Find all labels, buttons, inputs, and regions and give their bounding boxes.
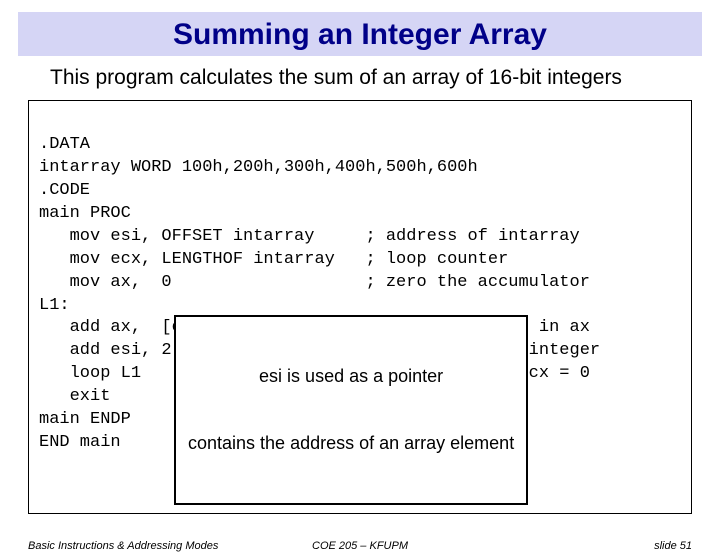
code-line: END main [39, 433, 121, 452]
title-bar: Summing an Integer Array [18, 12, 702, 56]
code-line: mov ax, 0 ; zero the accumulator [39, 273, 590, 292]
code-line: mov esi, OFFSET intarray ; address of in… [39, 227, 580, 246]
footer-center: COE 205 – KFUPM [0, 540, 720, 552]
callout-line-2: contains the address of an array element [188, 432, 514, 455]
code-line: .DATA [39, 135, 90, 154]
callout-box: esi is used as a pointer contains the ad… [174, 315, 528, 505]
footer-right: slide 51 [654, 540, 692, 552]
slide-title: Summing an Integer Array [173, 18, 547, 51]
code-line: exit [39, 387, 110, 406]
code-line: main ENDP [39, 410, 131, 429]
code-line: .CODE [39, 181, 90, 200]
code-line: intarray WORD 100h,200h,300h,400h,500h,6… [39, 158, 478, 177]
code-line: L1: [39, 296, 70, 315]
slide-subtitle: This program calculates the sum of an ar… [0, 66, 720, 90]
code-box: .DATA intarray WORD 100h,200h,300h,400h,… [28, 100, 692, 514]
code-line: mov ecx, LENGTHOF intarray ; loop counte… [39, 250, 508, 269]
callout-line-1: esi is used as a pointer [188, 365, 514, 388]
code-line: main PROC [39, 204, 131, 223]
